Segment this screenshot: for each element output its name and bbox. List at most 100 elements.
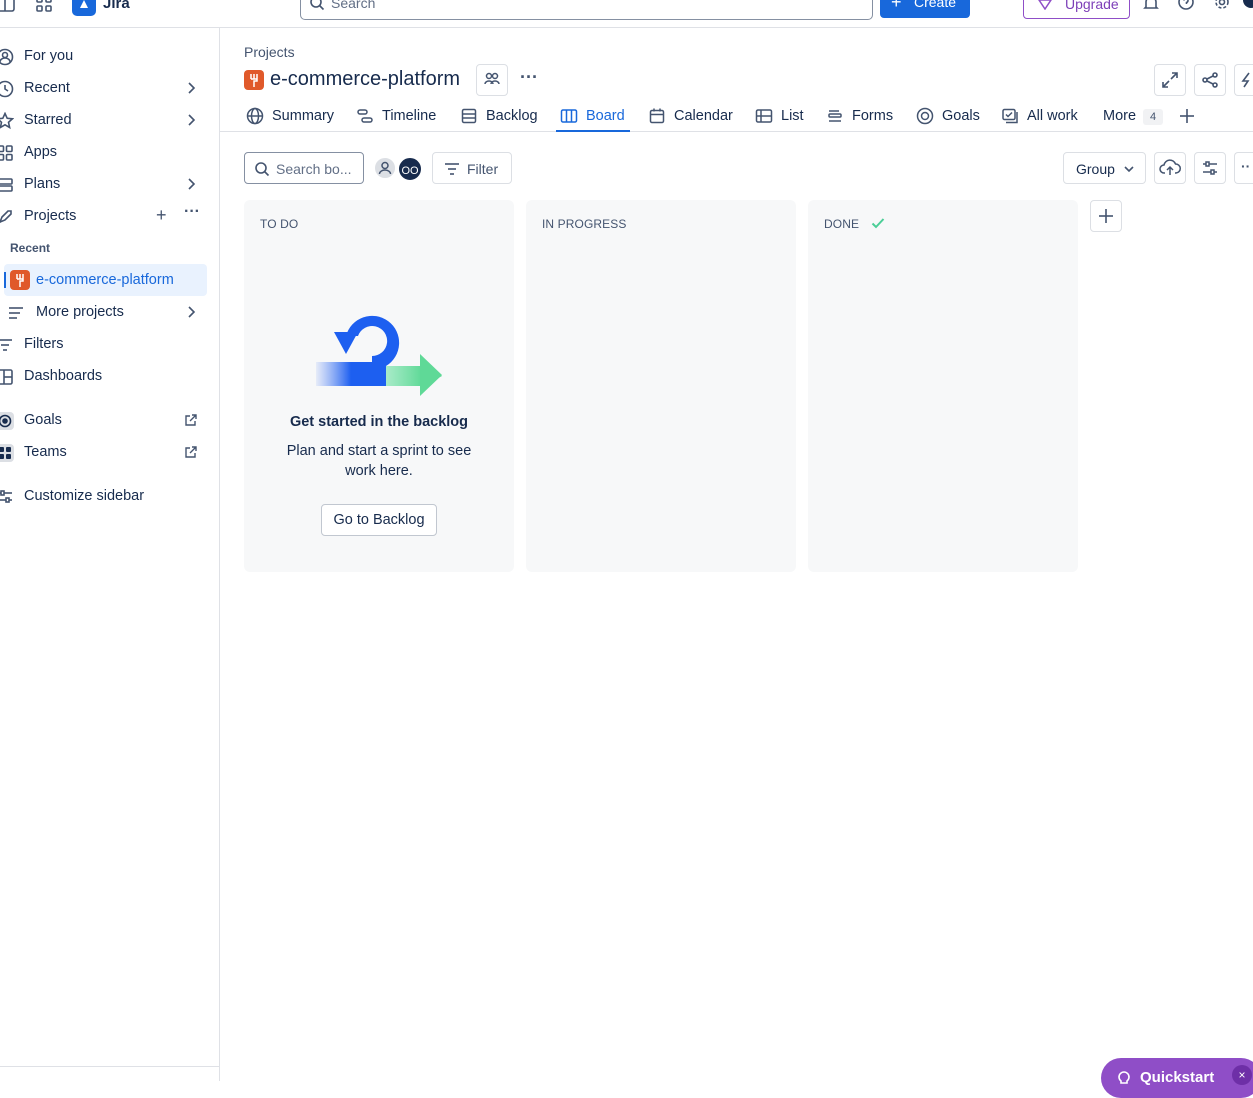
- create-button[interactable]: + Create: [880, 0, 970, 18]
- search-icon: [309, 0, 325, 11]
- sliders-icon: [1195, 153, 1225, 183]
- dashboard-icon: [0, 368, 14, 386]
- sidebar-item-project-e-commerce-platform[interactable]: e-commerce-platform: [4, 264, 207, 296]
- profile-avatar[interactable]: [1243, 0, 1253, 8]
- tab-list[interactable]: List: [755, 104, 807, 132]
- tab-backlog[interactable]: Backlog: [460, 104, 540, 132]
- tab-forms[interactable]: Forms: [826, 104, 898, 132]
- sidebar-item-teams[interactable]: Teams: [0, 436, 210, 468]
- search-icon: [254, 161, 270, 177]
- sidebar-item-recent[interactable]: Recent: [0, 72, 210, 104]
- view-settings-button[interactable]: [1194, 152, 1226, 184]
- more-tabs-count-badge: 4: [1143, 109, 1163, 125]
- filter-label: Filter: [467, 161, 499, 177]
- chevron-right-icon[interactable]: [184, 305, 198, 319]
- sidebar-item-more-projects[interactable]: More projects: [9, 296, 222, 328]
- sidebar-item-label: Customize sidebar: [24, 488, 145, 504]
- sidebar-item-plans[interactable]: Plans: [0, 168, 210, 200]
- sidebar-item-projects[interactable]: Projects + ···: [0, 200, 210, 232]
- sidebar-item-label: Goals: [24, 412, 62, 428]
- global-search-input[interactable]: Search: [300, 0, 873, 20]
- add-tab-icon[interactable]: [1178, 104, 1196, 126]
- apps-grid-icon: [0, 144, 14, 162]
- go-to-backlog-button[interactable]: Go to Backlog: [321, 504, 437, 536]
- sidebar-item-label: Filters: [24, 336, 64, 352]
- search-board-placeholder: Search bo...: [276, 161, 352, 177]
- tab-label: List: [781, 108, 804, 124]
- sidebar-item-filters[interactable]: Filters: [0, 328, 210, 360]
- project-avatar-icon: [10, 270, 30, 290]
- teams-icon: [0, 444, 14, 462]
- chevron-right-icon[interactable]: [184, 113, 198, 127]
- tab-more[interactable]: More: [1077, 104, 1137, 132]
- column-header: DONE: [824, 217, 860, 231]
- tab-board[interactable]: Board: [556, 104, 630, 132]
- sidebar-item-apps[interactable]: Apps: [0, 136, 210, 168]
- user-avatar[interactable]: OO: [397, 156, 423, 182]
- app-name[interactable]: Jira: [103, 0, 130, 12]
- notifications-bell-icon[interactable]: [1141, 0, 1161, 14]
- filter-icon: [0, 336, 14, 354]
- recent-projects-heading: Recent: [10, 241, 51, 255]
- tab-label: Timeline: [382, 108, 437, 124]
- column-header: TO DO: [260, 217, 299, 231]
- chevron-right-icon[interactable]: [184, 177, 198, 191]
- settings-gear-icon[interactable]: [1212, 0, 1232, 14]
- active-tab-indicator: [556, 130, 630, 132]
- chevron-right-icon[interactable]: [184, 81, 198, 95]
- projects-more-icon[interactable]: ···: [184, 203, 200, 221]
- board-icon: [560, 107, 578, 125]
- quickstart-close-icon[interactable]: ×: [1232, 1065, 1252, 1085]
- unassigned-avatar[interactable]: [373, 156, 397, 180]
- app-switcher-icon[interactable]: [34, 0, 54, 14]
- project-more-actions-button[interactable]: ···: [516, 64, 544, 96]
- help-icon[interactable]: [1176, 0, 1196, 14]
- team-access-button[interactable]: [476, 64, 508, 96]
- sidebar-toggle-icon[interactable]: [0, 0, 20, 14]
- share-button[interactable]: [1194, 64, 1226, 96]
- jira-logo-icon[interactable]: [72, 0, 96, 16]
- sidebar-item-starred[interactable]: Starred: [0, 104, 210, 136]
- board-column-to-do: TO DO Get started in the backlog Plan an…: [244, 200, 514, 572]
- board-more-button[interactable]: ··: [1234, 152, 1253, 184]
- tab-calendar[interactable]: Calendar: [648, 104, 734, 132]
- filter-button[interactable]: Filter: [432, 152, 512, 184]
- tab-label: Forms: [852, 108, 894, 124]
- sidebar-item-for-you[interactable]: For you: [0, 40, 210, 72]
- group-by-button[interactable]: Group: [1063, 152, 1146, 184]
- add-project-icon[interactable]: +: [156, 205, 167, 226]
- release-button[interactable]: [1154, 152, 1186, 184]
- sidebar-item-label: Teams: [24, 444, 67, 460]
- sidebar-item-label: More projects: [36, 304, 124, 320]
- tab-label: Goals: [942, 108, 980, 124]
- tab-all-work[interactable]: All work: [1001, 104, 1083, 132]
- sidebar-item-customize[interactable]: Customize sidebar: [0, 480, 210, 512]
- sidebar-item-label: Projects: [24, 208, 77, 224]
- share-icon: [1195, 65, 1225, 95]
- tab-label: Board: [586, 108, 625, 124]
- automation-button[interactable]: [1234, 64, 1253, 96]
- tab-label: Summary: [272, 108, 335, 124]
- timeline-icon: [356, 107, 374, 125]
- plus-icon: +: [891, 0, 902, 12]
- cloud-upload-icon: [1155, 153, 1185, 183]
- add-column-button[interactable]: [1090, 200, 1122, 232]
- upgrade-label: Upgrade: [1065, 0, 1119, 12]
- fullscreen-button[interactable]: [1154, 64, 1186, 96]
- sidebar-divider: [0, 1066, 220, 1067]
- tab-goals[interactable]: Goals: [916, 104, 982, 132]
- tab-label: Calendar: [674, 108, 733, 124]
- sidebar-item-goals[interactable]: Goals: [0, 404, 210, 436]
- calendar-icon: [648, 107, 666, 125]
- empty-state-description: Plan and start a sprint to see work here…: [286, 443, 472, 479]
- tab-timeline[interactable]: Timeline: [356, 104, 440, 132]
- breadcrumb[interactable]: Projects: [244, 44, 295, 60]
- tab-summary[interactable]: Summary: [246, 104, 334, 132]
- goal-icon: [916, 107, 934, 125]
- star-icon: [0, 112, 14, 130]
- upgrade-button[interactable]: Upgrade: [1023, 0, 1130, 19]
- quickstart-button[interactable]: Quickstart: [1101, 1058, 1253, 1098]
- sidebar-item-dashboards[interactable]: Dashboards: [0, 360, 210, 392]
- search-board-input[interactable]: Search bo...: [244, 152, 364, 184]
- more-dots-icon: ··: [1241, 158, 1251, 174]
